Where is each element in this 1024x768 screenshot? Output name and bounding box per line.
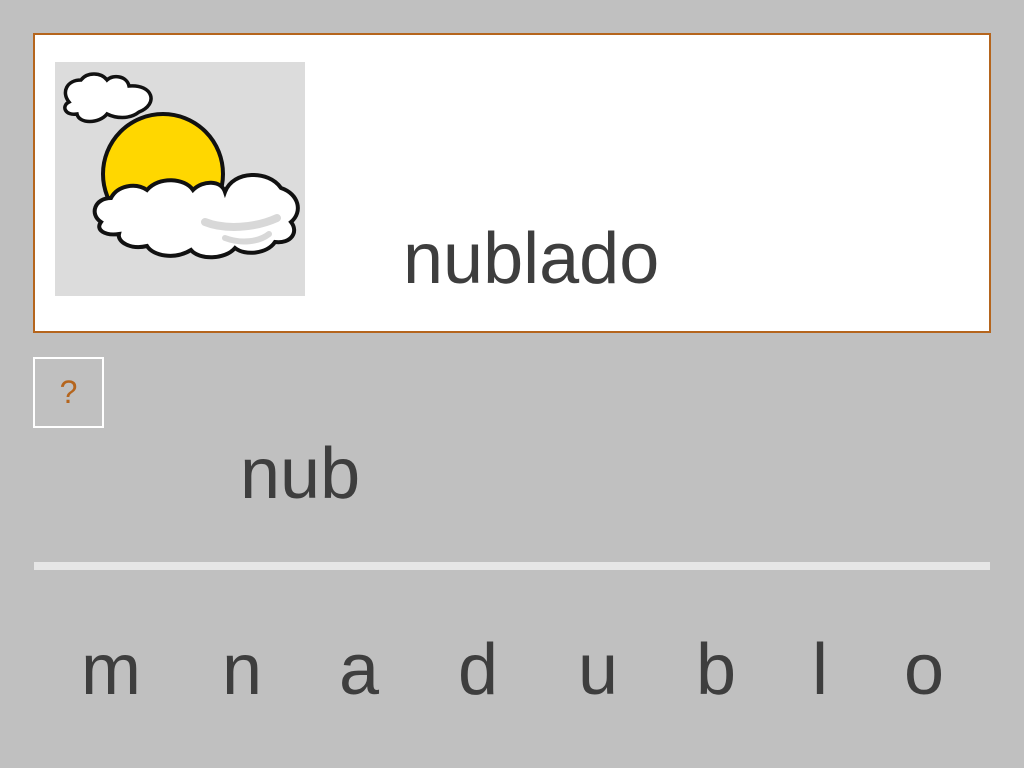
letter-tile-n[interactable]: n xyxy=(197,625,287,715)
big-cloud xyxy=(92,173,300,260)
word-card: nublado xyxy=(33,33,991,333)
letter-choices: m n a d u b l o xyxy=(0,625,1024,715)
letter-tile-a[interactable]: a xyxy=(314,625,404,715)
answer-progress-text: nub xyxy=(240,434,361,514)
letter-tile-m[interactable]: m xyxy=(66,625,156,715)
letter-tile-o[interactable]: o xyxy=(879,625,969,715)
answer-divider xyxy=(34,562,990,570)
letter-tile-b[interactable]: b xyxy=(671,625,761,715)
letter-tile-u[interactable]: u xyxy=(553,625,643,715)
target-word: nublado xyxy=(403,219,660,299)
hint-button[interactable]: ? xyxy=(33,357,104,428)
weather-illustration xyxy=(55,62,305,296)
letter-tile-d[interactable]: d xyxy=(433,625,523,715)
sun-behind-clouds-icon xyxy=(55,62,305,296)
letter-tile-l[interactable]: l xyxy=(775,625,865,715)
